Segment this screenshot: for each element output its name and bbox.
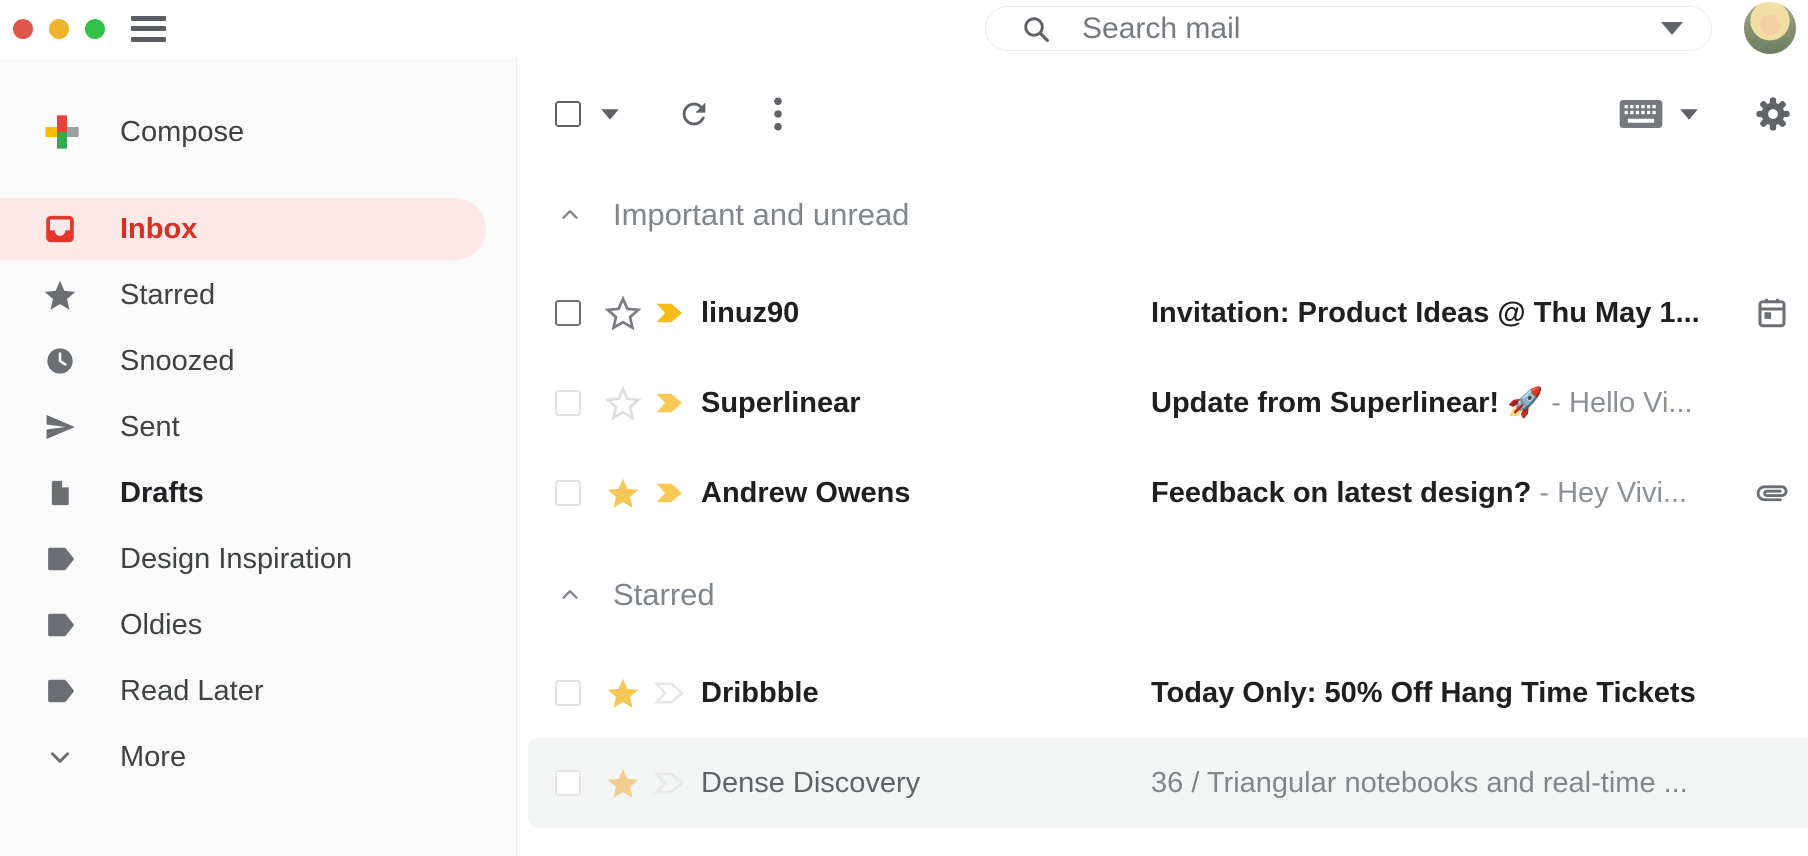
email-row[interactable]: Andrew Owens Feedback on latest design? … bbox=[517, 448, 1808, 538]
sidebar-item-starred[interactable]: Starred bbox=[0, 262, 516, 328]
zoom-window-button[interactable] bbox=[85, 19, 105, 39]
email-sender: Dribbble bbox=[701, 677, 1151, 710]
email-subject: Feedback on latest design? - Hey Vivi... bbox=[1151, 477, 1734, 510]
sidebar-item-label: Design Inspiration bbox=[120, 543, 352, 576]
email-subject: Today Only: 50% Off Hang Time Tickets bbox=[1151, 677, 1790, 710]
collapse-section-chevron-icon[interactable] bbox=[557, 582, 583, 608]
email-sender: Superlinear bbox=[701, 387, 1151, 420]
window-controls bbox=[13, 19, 105, 39]
settings-button[interactable] bbox=[1754, 95, 1792, 133]
sidebar-item-label: Read Later bbox=[120, 675, 264, 708]
sidebar-item-more[interactable]: More bbox=[0, 724, 516, 790]
close-window-button[interactable] bbox=[13, 19, 33, 39]
sidebar-item-sent[interactable]: Sent bbox=[0, 394, 516, 460]
toolbar-right-tools bbox=[1618, 95, 1792, 133]
search-options-chevron-icon[interactable] bbox=[1661, 22, 1683, 35]
sidebar-item-label: Snoozed bbox=[120, 345, 235, 378]
section-header-starred: Starred bbox=[517, 567, 1808, 623]
label-icon bbox=[42, 607, 78, 643]
input-tools-chevron-icon[interactable] bbox=[1680, 109, 1698, 119]
row-checkbox[interactable] bbox=[555, 680, 581, 706]
compose-plus-icon bbox=[42, 112, 82, 152]
more-actions-button[interactable] bbox=[773, 95, 783, 133]
section-title: Important and unread bbox=[613, 197, 909, 233]
email-subject: Invitation: Product Ideas @ Thu May 1... bbox=[1151, 297, 1734, 330]
compose-label: Compose bbox=[120, 116, 244, 149]
sidebar-item-label: Oldies bbox=[120, 609, 202, 642]
star-toggle-icon[interactable] bbox=[605, 675, 641, 711]
email-row[interactable]: Superlinear Update from Superlinear! 🚀 -… bbox=[517, 358, 1808, 448]
row-checkbox[interactable] bbox=[555, 300, 581, 326]
chevron-down-icon bbox=[42, 739, 78, 775]
sidebar-item-inbox[interactable]: Inbox bbox=[0, 198, 486, 260]
send-icon bbox=[42, 409, 78, 445]
keyboard-icon bbox=[1618, 98, 1664, 130]
refresh-button[interactable] bbox=[677, 97, 711, 131]
sidebar-item-label: More bbox=[120, 741, 186, 774]
inbox-icon bbox=[42, 211, 78, 247]
minimize-window-button[interactable] bbox=[49, 19, 69, 39]
sidebar-item-read-later[interactable]: Read Later bbox=[0, 658, 516, 724]
mail-list-pane: Important and unread linuz90 Invitation:… bbox=[517, 57, 1808, 856]
select-options-chevron-icon[interactable] bbox=[601, 109, 619, 119]
collapse-section-chevron-icon[interactable] bbox=[557, 202, 583, 228]
row-checkbox[interactable] bbox=[555, 480, 581, 506]
email-list-important: linuz90 Invitation: Product Ideas @ Thu … bbox=[517, 268, 1808, 538]
main-menu-icon[interactable] bbox=[131, 16, 166, 42]
paperclip-icon bbox=[1754, 475, 1790, 511]
importance-marker-icon[interactable] bbox=[653, 476, 687, 510]
importance-marker-icon[interactable] bbox=[653, 296, 687, 330]
compose-button[interactable]: Compose bbox=[0, 100, 516, 164]
importance-marker-icon[interactable] bbox=[653, 676, 687, 710]
drafts-icon bbox=[42, 475, 78, 511]
row-checkbox[interactable] bbox=[555, 390, 581, 416]
email-row[interactable]: Dense Discovery 36 / Triangular notebook… bbox=[528, 738, 1808, 828]
section-title: Starred bbox=[613, 577, 715, 613]
clock-icon bbox=[42, 343, 78, 379]
email-list-starred: Dribbble Today Only: 50% Off Hang Time T… bbox=[517, 648, 1808, 828]
email-subject: Update from Superlinear! 🚀 - Hello Vi... bbox=[1151, 386, 1790, 420]
section-header-important: Important and unread bbox=[517, 187, 1808, 243]
star-toggle-icon[interactable] bbox=[605, 765, 641, 801]
list-toolbar bbox=[517, 93, 1808, 135]
email-row[interactable]: linuz90 Invitation: Product Ideas @ Thu … bbox=[517, 268, 1808, 358]
sidebar-item-label: Starred bbox=[120, 279, 215, 312]
sidebar-item-snoozed[interactable]: Snoozed bbox=[0, 328, 516, 394]
sidebar-item-label: Sent bbox=[120, 411, 180, 444]
search-bar[interactable] bbox=[985, 6, 1712, 51]
window-titlebar bbox=[0, 0, 1808, 58]
calendar-icon bbox=[1754, 295, 1790, 331]
sidebar-item-label: Drafts bbox=[120, 477, 204, 510]
folder-list: Inbox Starred Snoozed bbox=[0, 198, 516, 790]
importance-marker-icon[interactable] bbox=[653, 766, 687, 800]
label-icon bbox=[42, 541, 78, 577]
star-toggle-icon[interactable] bbox=[605, 385, 641, 421]
sidebar-item-oldies[interactable]: Oldies bbox=[0, 592, 516, 658]
sidebar-item-design-inspiration[interactable]: Design Inspiration bbox=[0, 526, 516, 592]
email-row[interactable]: Dribbble Today Only: 50% Off Hang Time T… bbox=[517, 648, 1808, 738]
sidebar-item-drafts[interactable]: Drafts bbox=[0, 460, 516, 526]
label-icon bbox=[42, 673, 78, 709]
sidebar: Compose Inbox Starred bbox=[0, 57, 517, 856]
account-avatar[interactable] bbox=[1744, 2, 1796, 54]
email-sender: linuz90 bbox=[701, 297, 1151, 330]
sidebar-item-label: Inbox bbox=[120, 213, 197, 246]
select-all-checkbox[interactable] bbox=[555, 101, 581, 127]
search-input[interactable] bbox=[1052, 11, 1661, 47]
search-icon bbox=[1020, 13, 1052, 45]
row-checkbox[interactable] bbox=[555, 770, 581, 796]
gmail-window: Compose Inbox Starred bbox=[0, 0, 1808, 856]
star-icon bbox=[42, 277, 78, 313]
gear-icon bbox=[1754, 95, 1792, 133]
input-tools-button[interactable] bbox=[1618, 98, 1664, 130]
email-sender: Dense Discovery bbox=[701, 767, 1151, 800]
email-subject: 36 / Triangular notebooks and real-time … bbox=[1151, 767, 1790, 800]
importance-marker-icon[interactable] bbox=[653, 386, 687, 420]
star-toggle-icon[interactable] bbox=[605, 475, 641, 511]
email-sender: Andrew Owens bbox=[701, 477, 1151, 510]
star-toggle-icon[interactable] bbox=[605, 295, 641, 331]
